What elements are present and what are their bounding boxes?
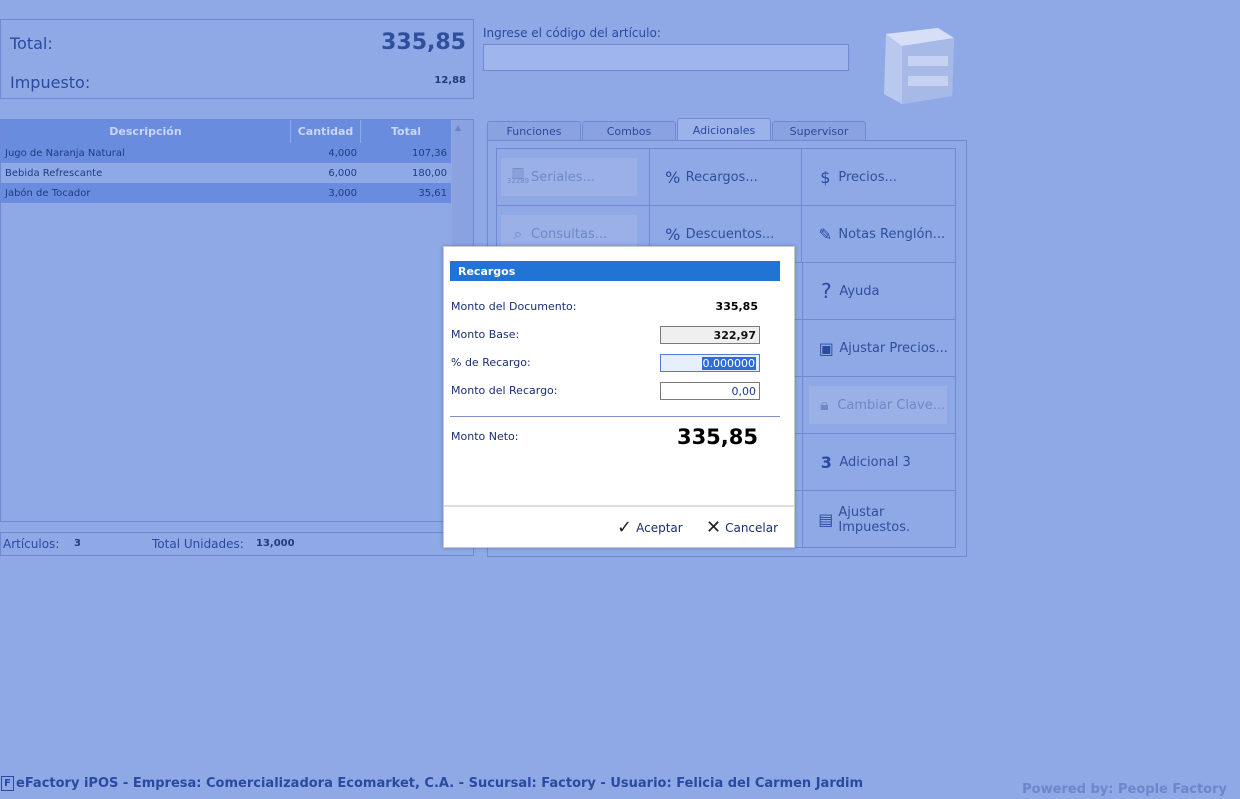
recargos-button[interactable]: % Recargos... xyxy=(649,149,803,206)
ajustar-impuestos-label: Ajustar Impuestos. xyxy=(838,504,911,535)
tab-adicionales[interactable]: Adicionales xyxy=(677,118,771,141)
seriales-button[interactable]: ▥ 32289 Seriales... xyxy=(497,149,650,206)
base-amount-field: 322,97 xyxy=(660,326,760,344)
precios-button[interactable]: $ Precios... xyxy=(802,149,956,206)
consultas-label: Consultas... xyxy=(531,226,608,242)
ayuda-button[interactable]: ? Ayuda xyxy=(802,263,955,320)
accept-label: Aceptar xyxy=(636,520,683,535)
row-quantity: 4,000 xyxy=(328,147,357,159)
articles-label: Artículos: xyxy=(3,537,60,551)
charge-label: Monto del Recargo: xyxy=(451,384,558,397)
dollar-icon: $ xyxy=(820,167,831,187)
pct-label: % de Recargo: xyxy=(451,356,531,369)
doc-amount-value: 335,85 xyxy=(715,300,758,313)
cancel-button[interactable]: ✕ Cancelar xyxy=(706,517,778,538)
scroll-up-icon[interactable]: ▲ xyxy=(455,123,461,132)
net-amount-value: 335,85 xyxy=(676,425,758,449)
table-row[interactable]: Jabón de Tocador 3,000 35,61 xyxy=(1,183,451,203)
percent-tag-icon: % xyxy=(665,167,681,187)
number-3-icon: 3 xyxy=(820,452,832,472)
units-label: Total Unidades: xyxy=(152,537,244,551)
ajustar-impuestos-button[interactable]: ▤ Ajustar Impuestos. xyxy=(802,491,955,548)
units-value: 13,000 xyxy=(256,538,295,549)
totals-panel: Total: 335,85 Impuesto: 12,88 xyxy=(0,19,474,99)
table-row[interactable]: Bebida Refrescante 6,000 180,00 xyxy=(1,163,451,183)
divider xyxy=(450,416,780,417)
seriales-label: Seriales... xyxy=(531,169,595,185)
row-description: Bebida Refrescante xyxy=(5,167,103,179)
accept-button[interactable]: ✓ Aceptar xyxy=(617,517,683,538)
cancel-label: Cancelar xyxy=(725,520,779,535)
net-amount-label: Monto Neto: xyxy=(451,430,519,443)
recargos-label: Recargos... xyxy=(685,169,758,185)
row-total: 180,00 xyxy=(412,167,447,179)
tax-doc-icon: ▤ xyxy=(818,510,834,529)
descuentos-label: Descuentos... xyxy=(685,226,775,242)
dialog-footer-divider xyxy=(444,505,794,507)
tab-funciones[interactable]: Funciones xyxy=(487,121,581,141)
close-icon: ✕ xyxy=(706,517,722,538)
status-bar: F eFactory iPOS - Empresa: Comercializad… xyxy=(0,776,863,791)
col-total[interactable]: Total xyxy=(361,120,451,143)
pct-field-value: 0.000000 xyxy=(701,356,756,370)
cambiar-clave-label: Cambiar Clave... xyxy=(837,397,946,413)
barcode-icon: ▥ 32289 xyxy=(506,165,530,185)
row-total: 107,36 xyxy=(412,147,447,159)
row-quantity: 6,000 xyxy=(328,167,357,179)
article-code-label: Ingrese el código del artículo: xyxy=(483,26,661,40)
recargos-dialog: Recargos Monto del Documento: 335,85 Mon… xyxy=(443,246,795,548)
tax-label: Impuesto: xyxy=(10,73,91,92)
dialog-title: Recargos xyxy=(450,261,780,281)
pct-field[interactable]: 0.000000 xyxy=(660,354,760,372)
tab-combos[interactable]: Combos xyxy=(582,121,676,141)
product-image xyxy=(878,24,958,108)
discount-icon: % xyxy=(665,224,681,244)
row-quantity: 3,000 xyxy=(328,187,357,199)
status-app-name: eFactory iPOS xyxy=(16,776,119,791)
tax-value: 12,88 xyxy=(434,75,466,86)
adjust-prices-icon: ▣ xyxy=(818,338,834,358)
row-description: Jugo de Naranja Natural xyxy=(5,147,125,159)
doc-amount-label: Monto del Documento: xyxy=(451,300,577,313)
ajustar-precios-label: Ajustar Precios... xyxy=(839,340,948,356)
base-amount-label: Monto Base: xyxy=(451,328,520,341)
items-table-header: Descripción Cantidad Total xyxy=(1,120,451,143)
row-total: 35,61 xyxy=(418,187,447,199)
adicional-3-label: Adicional 3 xyxy=(839,454,911,470)
document-search-icon: ⌕ xyxy=(513,224,523,243)
efactory-logo-icon: F xyxy=(1,776,14,791)
table-footer: Artículos: 3 Total Unidades: 13,000 xyxy=(0,532,474,556)
ayuda-label: Ayuda xyxy=(839,283,880,299)
adicional-3-button[interactable]: 3 Adicional 3 xyxy=(802,434,955,491)
tab-supervisor[interactable]: Supervisor xyxy=(772,121,866,141)
help-icon: ? xyxy=(821,279,832,303)
row-description: Jabón de Tocador xyxy=(5,187,91,199)
charge-field[interactable]: 0,00 xyxy=(660,382,760,400)
status-text: - Empresa: Comercializadora Ecomarket, C… xyxy=(118,776,864,791)
lock-icon: 🔒︎ xyxy=(820,395,829,414)
ajustar-precios-button[interactable]: ▣ Ajustar Precios... xyxy=(802,320,955,377)
clipboard-icon: ✎ xyxy=(818,224,833,244)
articles-value: 3 xyxy=(74,538,81,549)
table-row[interactable]: Jugo de Naranja Natural 4,000 107,36 xyxy=(1,143,451,163)
cambiar-clave-button[interactable]: 🔒︎ Cambiar Clave... xyxy=(802,377,955,434)
col-description[interactable]: Descripción xyxy=(1,120,291,143)
check-icon: ✓ xyxy=(617,517,633,538)
notas-renglon-label: Notas Renglón... xyxy=(838,226,946,242)
powered-by: Powered by: People Factory xyxy=(1022,782,1227,797)
total-label: Total: xyxy=(10,34,53,53)
article-code-input[interactable] xyxy=(483,44,849,71)
precios-label: Precios... xyxy=(838,169,897,185)
col-quantity[interactable]: Cantidad xyxy=(291,120,361,143)
total-value: 335,85 xyxy=(381,30,466,55)
notas-renglon-button[interactable]: ✎ Notas Renglón... xyxy=(802,206,956,263)
